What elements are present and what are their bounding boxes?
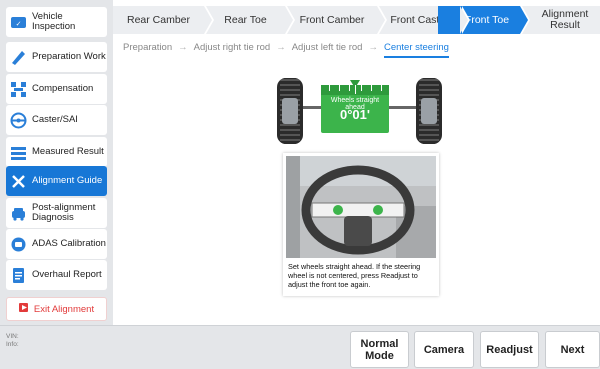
sidebar-item-label: Post-alignment Diagnosis bbox=[32, 202, 96, 223]
instruction-text: Set wheels straight ahead. If the steeri… bbox=[288, 262, 421, 289]
car-icon bbox=[10, 205, 27, 222]
sidebar-item-measured-result[interactable]: Measured Result bbox=[6, 137, 107, 167]
gauge-scale bbox=[321, 85, 389, 95]
vehicle-info: VIN: Info: bbox=[6, 333, 19, 349]
sidebar-item-label: Compensation bbox=[32, 83, 94, 94]
camera-button[interactable]: Camera bbox=[414, 331, 474, 368]
tab-rear-camber[interactable]: Rear Camber bbox=[113, 6, 214, 34]
sidebar-item-label: Overhaul Report bbox=[32, 269, 102, 280]
sidebar-item-label: Measured Result bbox=[32, 146, 104, 157]
sidebar-item-compensation[interactable]: Compensation bbox=[6, 74, 107, 104]
sidebar-item-adas-calibration[interactable]: ADAS Calibration bbox=[6, 229, 107, 259]
step-label: Rear Toe bbox=[224, 14, 267, 26]
tab-front-camber[interactable]: Front Camber bbox=[287, 6, 387, 34]
tab-alignment-result[interactable]: Alignment Result bbox=[522, 6, 600, 34]
instruction-card: Set wheels straight ahead. If the steeri… bbox=[283, 153, 439, 296]
adas-icon bbox=[10, 236, 27, 253]
step-label: Alignment Result bbox=[541, 8, 589, 31]
sidebar-item-label: Alignment Guide bbox=[32, 175, 103, 186]
bottom-toolbar: VIN: Info: Normal Mode Camera Readjust N… bbox=[0, 325, 600, 369]
sidebar-item-vehicle-inspection[interactable]: ✓ Vehicle Inspection bbox=[6, 7, 107, 37]
step-label: Rear Camber bbox=[126, 14, 191, 26]
vin-label: VIN: bbox=[6, 333, 19, 340]
readjust-button[interactable]: Readjust bbox=[480, 331, 539, 368]
wrench-icon bbox=[10, 173, 27, 190]
step-label: Front Camber bbox=[299, 14, 365, 26]
tab-front-toe[interactable]: Front Toe bbox=[438, 6, 530, 34]
sidebar-item-overhaul-report[interactable]: Overhaul Report bbox=[6, 260, 107, 290]
substep-breadcrumb: Preparation → Adjust right tie rod → Adj… bbox=[113, 36, 600, 58]
sidebar-item-post-alignment-diagnosis[interactable]: Post-alignment Diagnosis bbox=[6, 198, 107, 228]
exit-alignment-label: Exit Alignment bbox=[33, 303, 95, 315]
exit-icon bbox=[18, 302, 30, 316]
normal-mode-button[interactable]: Normal Mode bbox=[350, 331, 409, 368]
sidebar-item-label: ADAS Calibration bbox=[32, 238, 106, 249]
list-icon bbox=[10, 144, 27, 161]
sidebar-item-preparation-work[interactable]: Preparation Work bbox=[6, 42, 107, 72]
substep-preparation: Preparation bbox=[123, 41, 173, 53]
main-panel: Rear Camber Rear Toe Front Camber Front … bbox=[113, 0, 600, 325]
sidebar-item-label: Vehicle Inspection bbox=[32, 11, 76, 32]
preparation-icon bbox=[10, 49, 27, 66]
steering-wheel-photo bbox=[286, 156, 436, 258]
gauge-value: 0°01' bbox=[340, 107, 370, 122]
substep-adjust-left-tie-rod: Adjust left tie rod bbox=[291, 41, 363, 53]
toe-gauge: Wheels straight ahead 0°01' bbox=[321, 85, 389, 133]
arrow-right-icon: → bbox=[276, 41, 286, 53]
report-icon bbox=[10, 267, 27, 284]
substep-center-steering: Center steering bbox=[383, 42, 449, 58]
arrow-right-icon: → bbox=[178, 41, 188, 53]
next-button[interactable]: Next bbox=[545, 331, 600, 368]
alignment-canvas: Wheels straight ahead 0°01' Set wheels s… bbox=[113, 60, 600, 325]
compensation-icon bbox=[10, 81, 27, 98]
sidebar-item-label: Preparation Work bbox=[32, 51, 106, 62]
info-label: Info: bbox=[6, 341, 19, 348]
steering-wheel-icon bbox=[10, 112, 27, 129]
step-label: Front Toe bbox=[464, 14, 510, 26]
vehicle-inspection-icon: ✓ bbox=[10, 14, 27, 31]
step-bar: Rear Camber Rear Toe Front Camber Front … bbox=[113, 6, 600, 34]
sidebar-item-alignment-guide[interactable]: Alignment Guide bbox=[6, 166, 107, 196]
substep-adjust-right-tie-rod: Adjust right tie rod bbox=[193, 41, 271, 53]
tab-rear-toe[interactable]: Rear Toe bbox=[206, 6, 295, 34]
sidebar-item-caster-sai[interactable]: Caster/SAI bbox=[6, 105, 107, 135]
svg-text:✓: ✓ bbox=[16, 20, 22, 28]
exit-alignment-button[interactable]: Exit Alignment bbox=[6, 297, 107, 321]
sidebar: ✓ Vehicle Inspection Preparation Work Co… bbox=[0, 0, 113, 325]
alignment-app: ✓ Vehicle Inspection Preparation Work Co… bbox=[0, 0, 600, 369]
left-front-wheel-icon bbox=[277, 78, 303, 144]
arrow-right-icon: → bbox=[368, 41, 378, 53]
sidebar-item-label: Caster/SAI bbox=[32, 114, 78, 125]
right-front-wheel-icon bbox=[416, 78, 442, 144]
